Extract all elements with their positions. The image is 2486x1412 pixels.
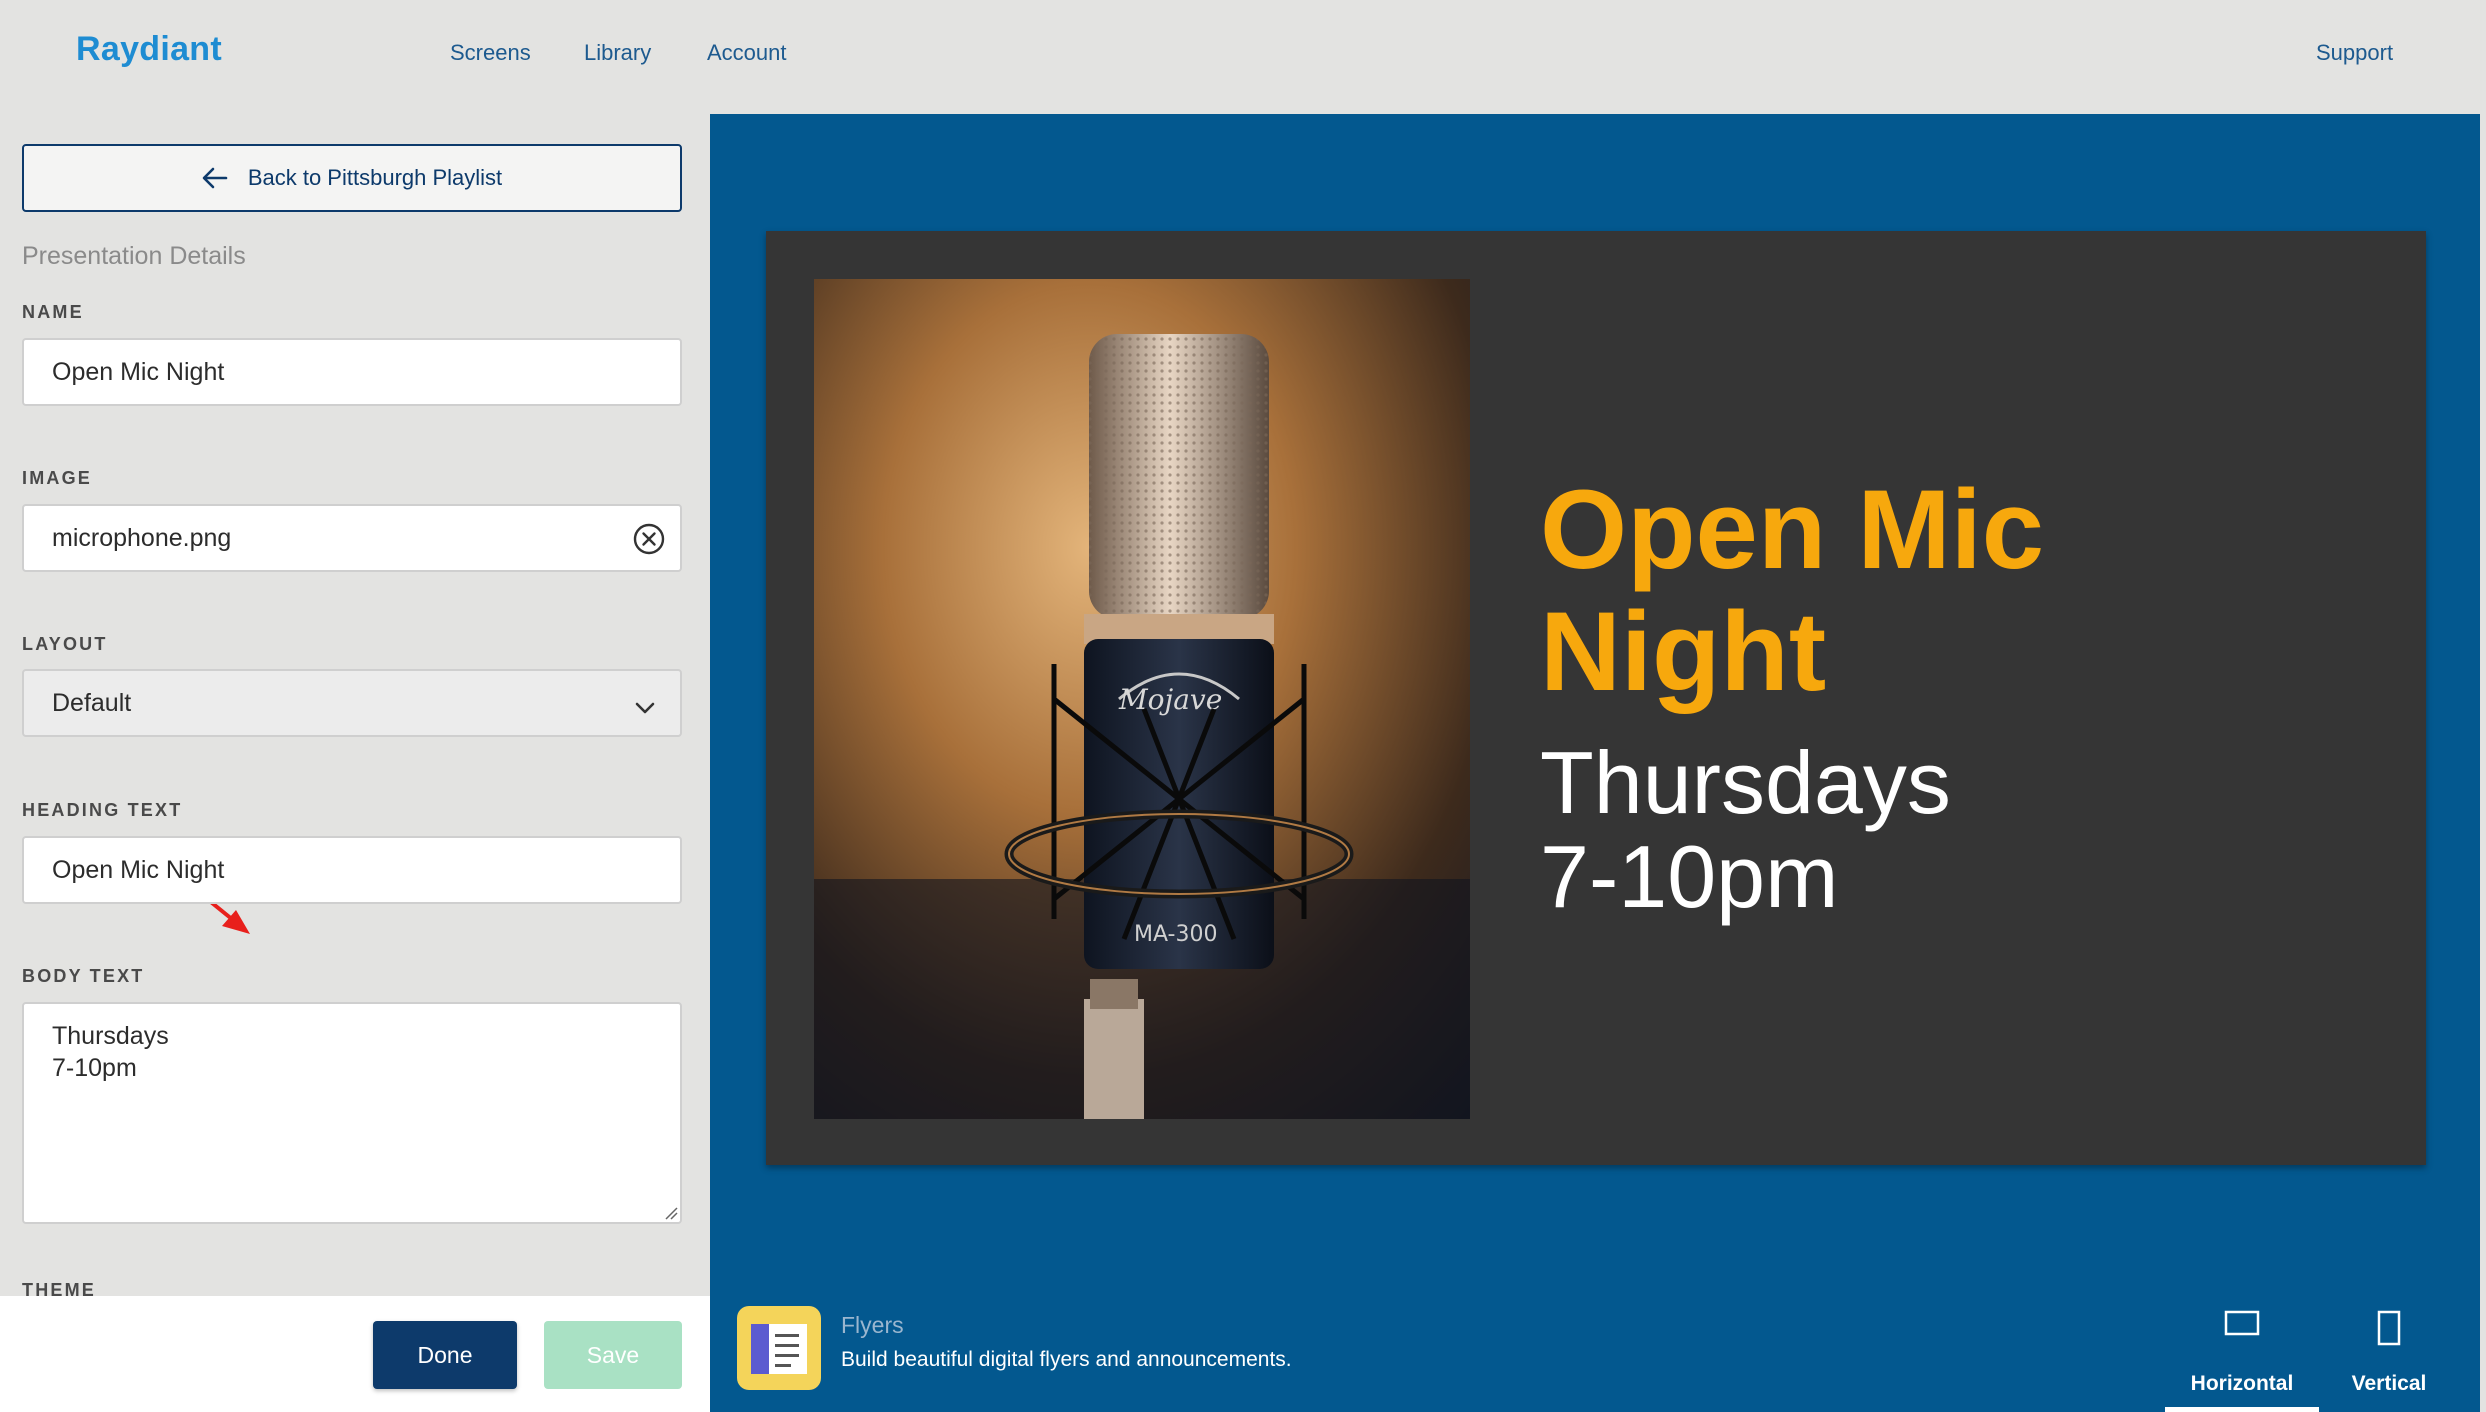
section-title: Presentation Details — [22, 242, 246, 270]
image-field[interactable]: microphone.png — [22, 504, 682, 572]
clear-circle-icon[interactable] — [632, 522, 666, 556]
save-button[interactable]: Save — [544, 1321, 682, 1389]
slide-preview: Mojave MA-300 Open Mic Night Thursdays 7… — [766, 231, 2426, 1165]
microphone-image: Mojave MA-300 — [814, 279, 1470, 1119]
orientation-horizontal-tab[interactable]: Horizontal — [2165, 1292, 2319, 1412]
image-label: IMAGE — [22, 468, 93, 488]
window-edge — [2480, 0, 2486, 1412]
portrait-screen-icon — [2376, 1310, 2402, 1351]
back-button-label: Back to Pittsburgh Playlist — [247, 165, 503, 190]
top-navigation: Raydiant Screens Library Account Support — [0, 0, 2486, 114]
chevron-down-icon — [634, 693, 656, 722]
raydiant-logo[interactable]: Raydiant — [76, 30, 222, 69]
body-text-label: BODY TEXT — [22, 966, 145, 986]
preview-area: Mojave MA-300 Open Mic Night Thursdays 7… — [710, 114, 2480, 1412]
orientation-vertical-tab[interactable]: Vertical — [2312, 1292, 2466, 1412]
nav-screens[interactable]: Screens — [450, 40, 531, 66]
arrow-left-icon — [202, 167, 228, 189]
slide-body-text: Thursdays 7-10pm — [1540, 733, 1951, 926]
svg-text:MA-300: MA-300 — [1134, 922, 1217, 947]
name-label: NAME — [22, 302, 84, 322]
heading-text-label: HEADING TEXT — [22, 800, 183, 820]
action-bar: Done Save — [0, 1296, 710, 1412]
horizontal-label: Horizontal — [2190, 1372, 2294, 1395]
nav-support[interactable]: Support — [2316, 40, 2393, 66]
svg-text:Mojave: Mojave — [1118, 683, 1222, 716]
landscape-screen-icon — [2224, 1310, 2260, 1341]
done-button[interactable]: Done — [373, 1321, 517, 1389]
nav-account[interactable]: Account — [707, 40, 787, 66]
app-name: Flyers — [841, 1312, 904, 1338]
slide-heading-text: Open Mic Night — [1540, 467, 2045, 714]
app-description: Build beautiful digital flyers and annou… — [841, 1348, 1292, 1371]
flyers-app-icon — [737, 1306, 821, 1390]
nav-library[interactable]: Library — [584, 40, 651, 66]
image-filename: microphone.png — [52, 523, 232, 552]
vertical-label: Vertical — [2351, 1372, 2427, 1395]
heading-text-input[interactable] — [22, 836, 682, 904]
resize-handle-icon[interactable] — [664, 1206, 678, 1225]
back-to-playlist-button[interactable]: Back to Pittsburgh Playlist — [22, 144, 682, 212]
name-input[interactable] — [22, 338, 682, 406]
layout-label: LAYOUT — [22, 634, 108, 654]
layout-select[interactable]: Default — [22, 669, 682, 737]
body-text-input[interactable]: Thursdays 7-10pm — [22, 1002, 682, 1224]
presentation-editor-panel: Back to Pittsburgh Playlist Presentation… — [0, 114, 710, 1412]
layout-selected-value: Default — [52, 688, 132, 717]
